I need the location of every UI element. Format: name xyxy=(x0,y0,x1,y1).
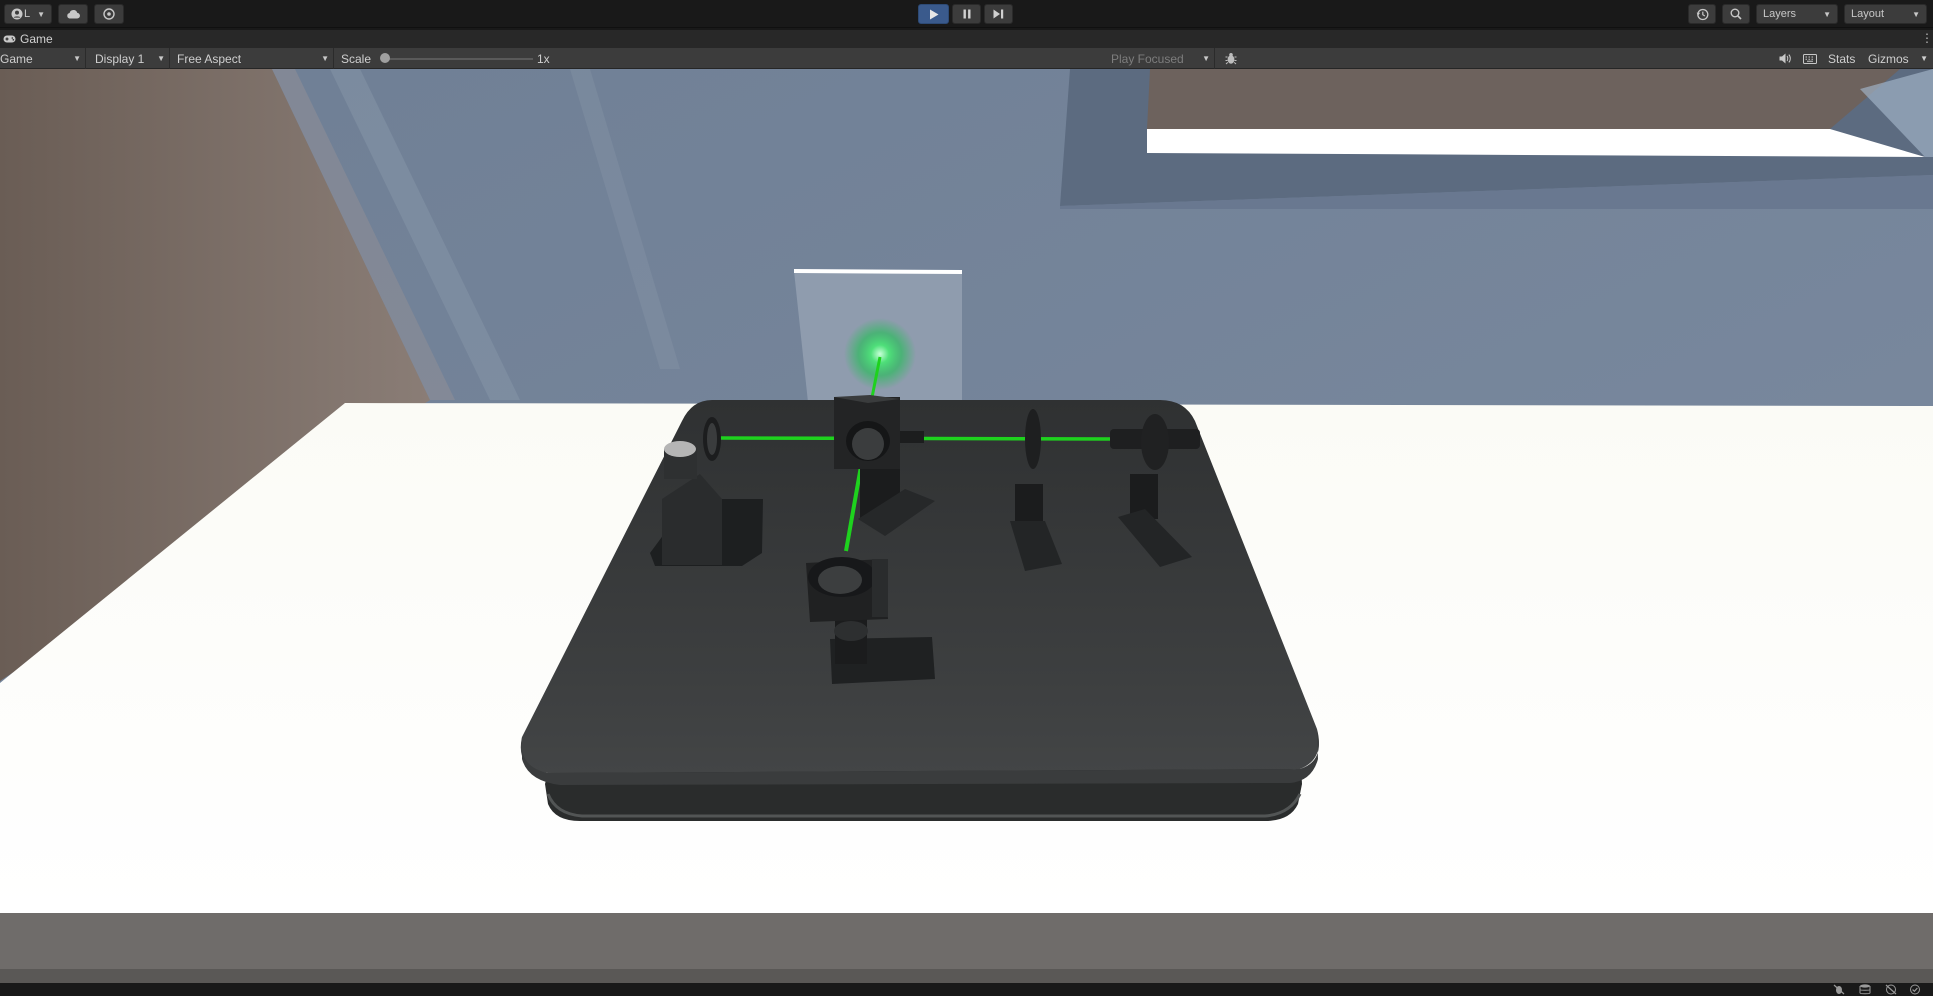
chevron-down-icon: ▼ xyxy=(1823,9,1831,19)
view-mode-label: Game xyxy=(0,51,33,66)
game-viewport[interactable] xyxy=(0,69,1933,983)
layers-label: Layers xyxy=(1763,8,1797,20)
layout-dropdown[interactable]: Layout ▼ xyxy=(1844,4,1927,24)
chevron-down-icon: ▼ xyxy=(1912,9,1920,19)
history-icon xyxy=(1696,8,1708,20)
beam-splitter-knob xyxy=(900,431,924,443)
play-focused-label: Play Focused xyxy=(1111,51,1184,66)
step-button[interactable] xyxy=(984,4,1013,24)
main-toolbar: L ▼ Layers ▼ Layout ▼ xyxy=(0,0,1933,28)
play-focused-dropdown[interactable]: Play Focused ▼ xyxy=(1105,48,1215,69)
chevron-down-icon: ▼ xyxy=(1920,54,1928,63)
gizmos-label: Gizmos xyxy=(1868,51,1909,66)
play-icon xyxy=(929,9,938,19)
play-button[interactable] xyxy=(918,4,949,24)
cloud-icon xyxy=(67,10,80,19)
check-circle-icon xyxy=(1910,984,1920,995)
gamepad-icon xyxy=(3,35,16,43)
gizmos-dropdown[interactable]: Gizmos ▼ xyxy=(1868,48,1928,69)
scale-value: 1x xyxy=(537,51,550,66)
mute-audio-toggle[interactable] xyxy=(1776,50,1794,67)
mirror-glass xyxy=(818,566,862,594)
cloud-button[interactable] xyxy=(58,4,88,24)
check-status-icon[interactable] xyxy=(1906,983,1924,996)
debug-off-icon[interactable] xyxy=(1830,983,1848,996)
keyboard-toggle[interactable] xyxy=(1801,50,1819,67)
speaker-icon xyxy=(1779,53,1791,64)
status-bar xyxy=(0,983,1933,996)
chevron-down-icon: ▼ xyxy=(1202,54,1210,63)
scale-label: Scale xyxy=(341,51,372,66)
view-mode-dropdown[interactable]: Game ▼ xyxy=(0,48,86,69)
bug-toggle[interactable] xyxy=(1222,50,1240,67)
chevron-down-icon: ▼ xyxy=(73,54,81,63)
display-label: Display 1 xyxy=(95,51,145,66)
detector-ring xyxy=(1141,414,1169,470)
aspect-label: Free Aspect xyxy=(177,51,242,66)
scale-slider-track[interactable] xyxy=(385,58,533,60)
tab-game-label: Game xyxy=(20,32,53,46)
layers-dropdown[interactable]: Layers ▼ xyxy=(1756,4,1838,24)
lens-post-2 xyxy=(1015,484,1043,526)
account-label: L xyxy=(23,8,31,20)
tab-game[interactable]: Game xyxy=(0,30,59,48)
display-dropdown[interactable]: Display 1 ▼ xyxy=(90,48,170,69)
window-panel xyxy=(1147,129,1925,157)
chevron-down-icon: ▼ xyxy=(321,54,329,63)
globe-off-icon xyxy=(1885,984,1897,995)
beam-splitter-lens xyxy=(852,428,884,460)
laser-head-cap xyxy=(664,441,696,457)
scene-render xyxy=(0,69,1933,983)
lens-mount-2 xyxy=(1025,409,1041,469)
network-status-icon[interactable] xyxy=(1882,983,1900,996)
floor-strip-dark xyxy=(0,969,1933,983)
scale-slider-handle[interactable] xyxy=(380,53,390,63)
layout-label: Layout xyxy=(1851,8,1885,20)
mirror-post-cap xyxy=(834,621,868,641)
cache-status-icon[interactable] xyxy=(1856,983,1874,996)
history-button[interactable] xyxy=(1688,4,1716,24)
more-options-icon[interactable]: ⋮ xyxy=(1921,32,1933,46)
mirror-side xyxy=(872,559,888,617)
bug-off-icon xyxy=(1833,984,1845,995)
pause-icon xyxy=(963,9,970,19)
window-shade xyxy=(1147,69,1900,129)
bug-icon xyxy=(1225,53,1237,65)
collab-icon xyxy=(103,8,115,20)
game-view-controls: Game ▼ Display 1 ▼ Free Aspect ▼ Scale 1… xyxy=(0,48,1933,69)
pause-button[interactable] xyxy=(952,4,981,24)
tab-bar: Game ⋮ xyxy=(0,30,1933,48)
database-icon xyxy=(1859,984,1871,995)
keyboard-icon xyxy=(1803,53,1817,64)
search-icon xyxy=(1730,8,1742,20)
account-dropdown[interactable]: L ▼ xyxy=(4,4,52,24)
collab-button[interactable] xyxy=(94,4,124,24)
search-button[interactable] xyxy=(1722,4,1750,24)
aspect-dropdown[interactable]: Free Aspect ▼ xyxy=(172,48,334,69)
stats-button[interactable]: Stats xyxy=(1828,48,1855,69)
chevron-down-icon: ▼ xyxy=(157,54,165,63)
step-icon xyxy=(993,9,1004,19)
account-icon xyxy=(11,8,23,20)
chevron-down-icon: ▼ xyxy=(37,9,45,19)
laser-spot xyxy=(844,318,916,390)
lens-mount-1-inner xyxy=(707,423,717,455)
